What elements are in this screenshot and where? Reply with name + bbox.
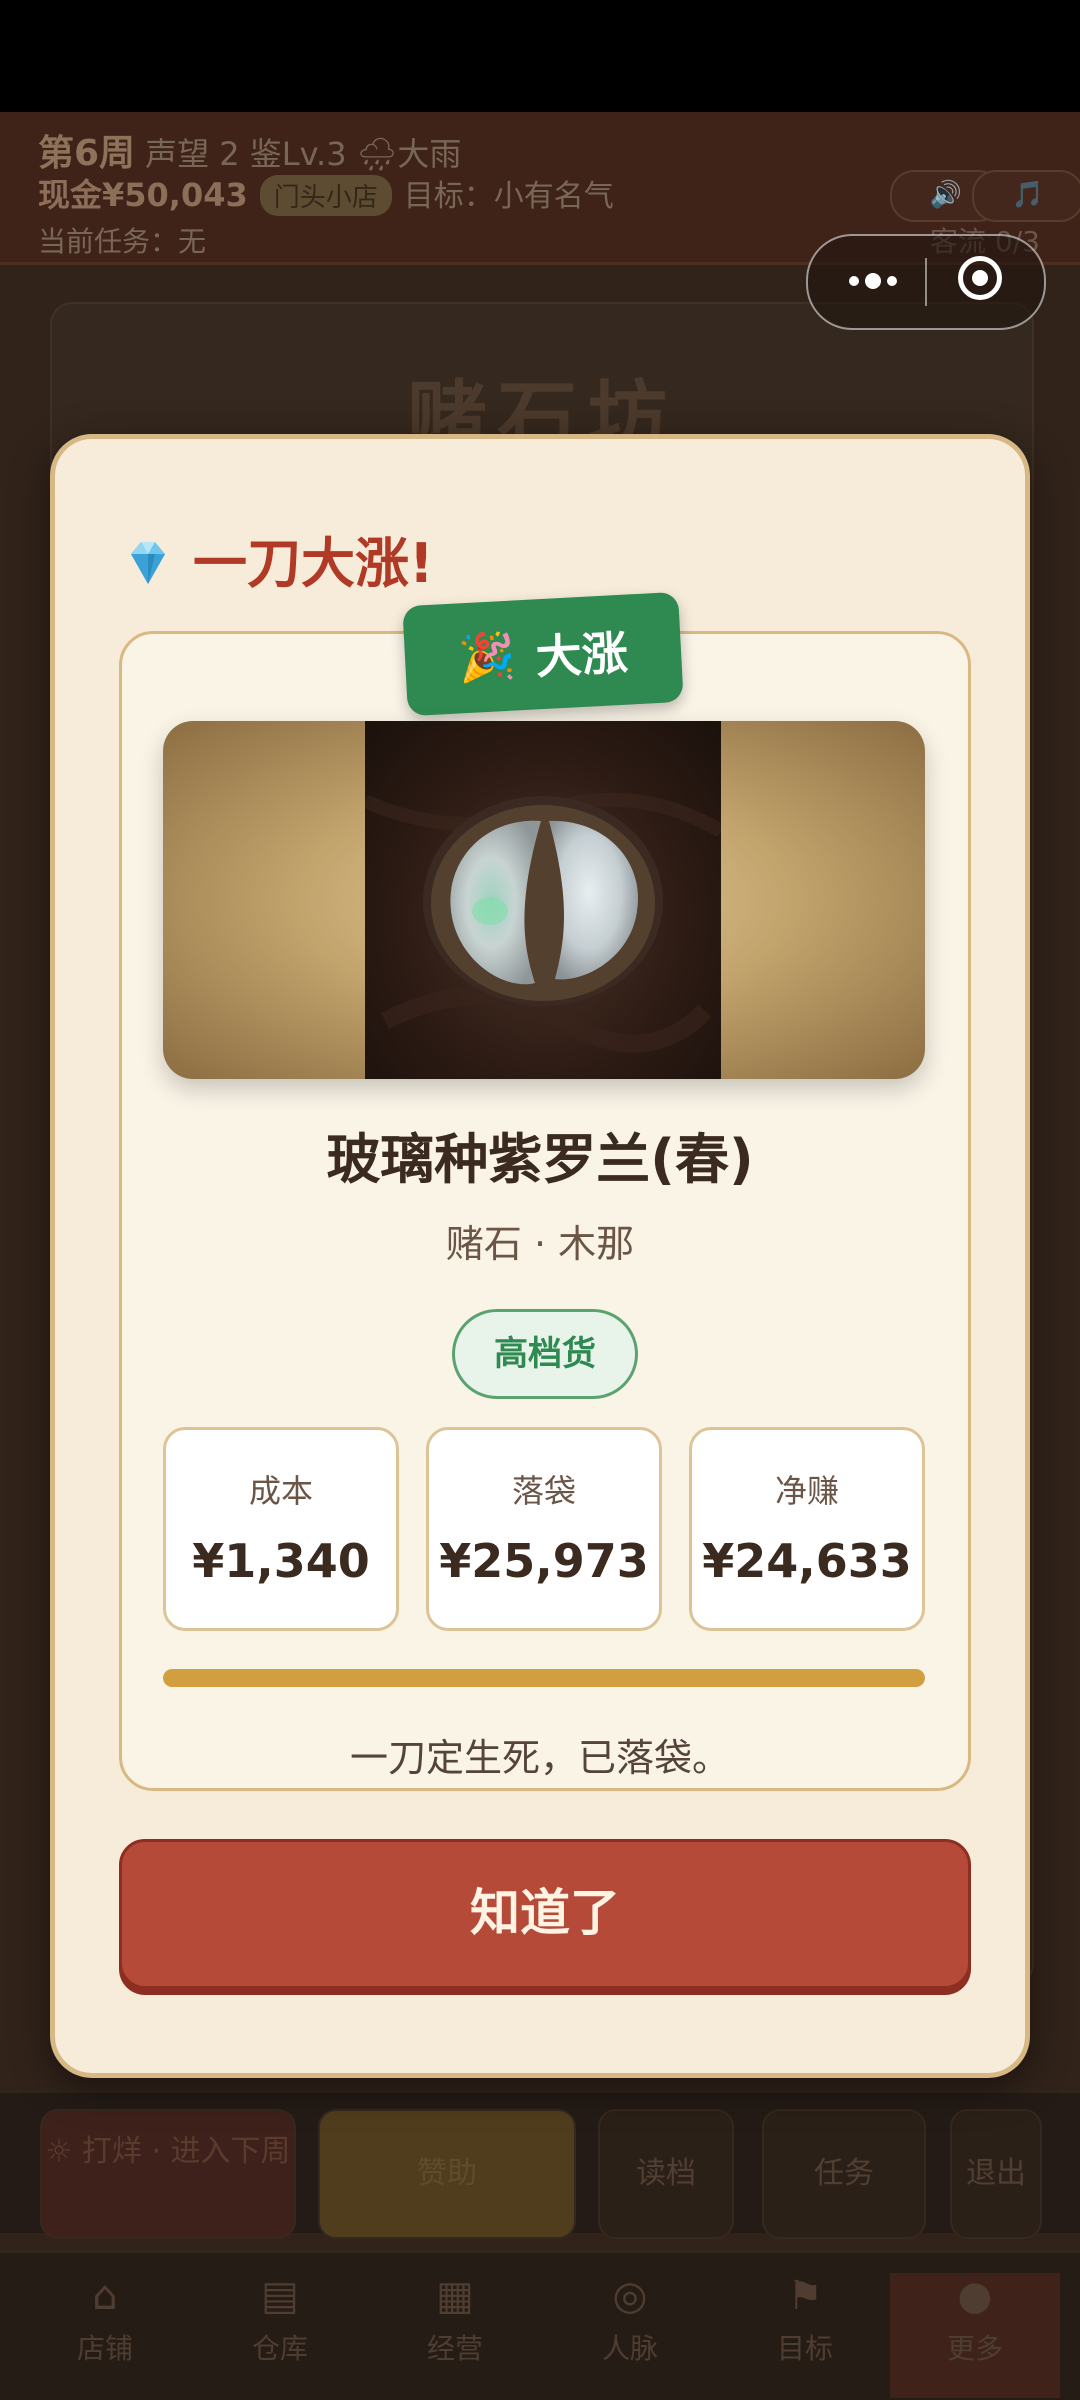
cost-label: 成本 (248, 1472, 313, 1510)
cost-stat-card: 成本 ¥1,340 (163, 1427, 399, 1631)
diamond-icon (131, 542, 165, 584)
close-target-icon[interactable] (958, 256, 1002, 300)
stone-photo-frame (163, 721, 925, 1079)
earn-stat-card: 落袋 ¥25,973 (426, 1427, 662, 1631)
jade-stone-image (362, 721, 725, 1079)
item-name: 玻璃种紫罗兰(春) (326, 1128, 754, 1191)
more-options-icon[interactable] (838, 256, 908, 306)
item-subtitle: 赌石 · 木那 (445, 1222, 635, 1266)
ribbon-label: 大涨 (534, 625, 630, 685)
earn-label: 落袋 (511, 1472, 576, 1510)
mini-program-capsule (806, 234, 1046, 330)
result-dialog: 一刀大涨! 🎉 大涨 玻璃种紫罗兰(春) 赌石 · 木那 高档货 成本 ¥1,3… (50, 434, 1030, 2078)
party-popper-icon: 🎉 (457, 627, 518, 685)
earn-value: ¥25,973 (439, 1534, 649, 1588)
cost-value: ¥1,340 (192, 1534, 370, 1588)
status-bar (0, 0, 1080, 112)
acknowledge-button[interactable]: 知道了 (119, 1839, 971, 1989)
grade-badge: 高档货 (452, 1309, 638, 1399)
result-ribbon: 🎉 大涨 (402, 591, 684, 717)
result-note: 一刀定生死，已落袋。 (349, 1736, 730, 1780)
profit-label: 净赚 (774, 1472, 839, 1510)
result-progress-bar (163, 1669, 925, 1687)
dialog-title: 一刀大涨! (193, 532, 434, 595)
progress-fill (163, 1669, 925, 1687)
profit-stat-card: 净赚 ¥24,633 (689, 1427, 925, 1631)
profit-value: ¥24,633 (702, 1534, 912, 1588)
